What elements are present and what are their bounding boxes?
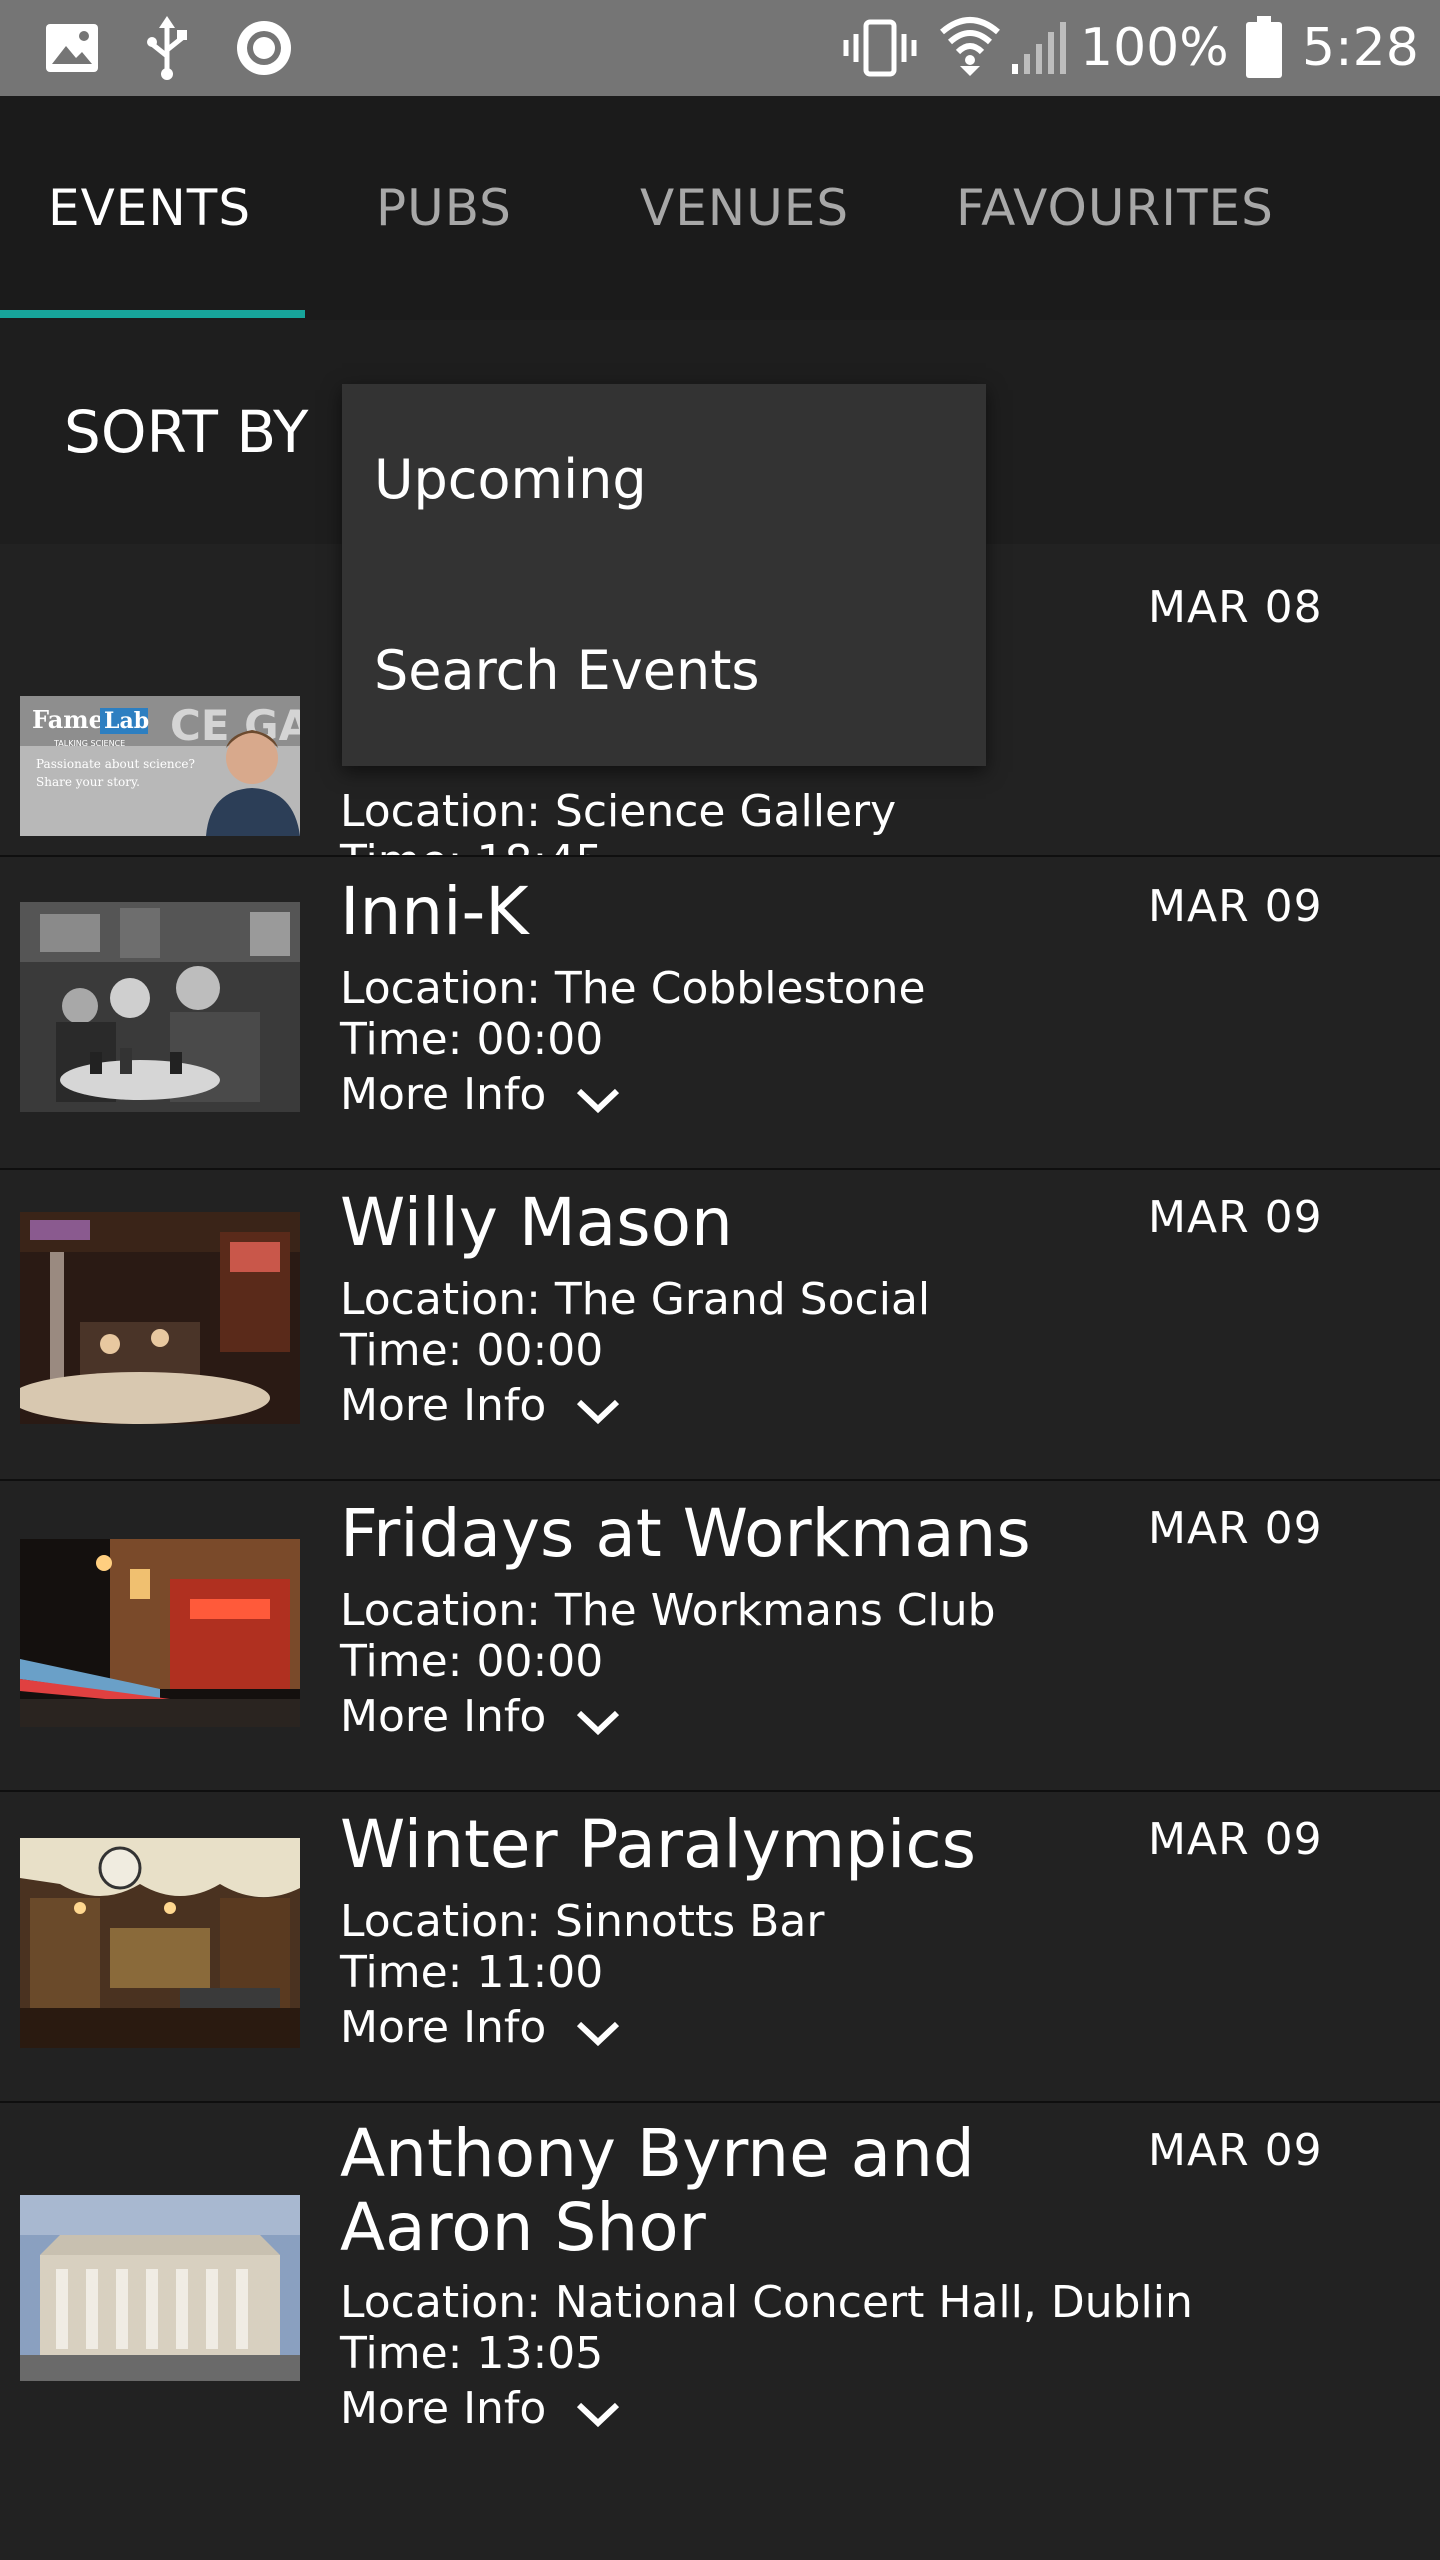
tab-events[interactable]: EVENTS <box>48 96 251 320</box>
chevron-down-icon <box>577 2021 620 2047</box>
list-item[interactable]: Fridays at Workmans MAR 09 Location: The… <box>0 1479 1440 1792</box>
event-location: Location: National Concert Hall, Dublin <box>340 2277 1193 2328</box>
event-title[interactable]: Winter Paralympics <box>340 1808 1120 1882</box>
sort-option-search-events[interactable]: Search Events <box>342 575 986 766</box>
event-time: Time: 00:00 <box>340 1636 604 1687</box>
event-thumbnail <box>20 2195 300 2381</box>
more-info-label: More Info <box>340 1691 547 1742</box>
chevron-down-icon <box>577 1399 620 1425</box>
event-time: Time: 13:05 <box>340 2328 604 2379</box>
tab-favourites[interactable]: FAVOURITES <box>956 96 1274 320</box>
event-date: MAR 09 <box>1148 2125 1323 2176</box>
event-time: Time: 00:00 <box>340 1014 604 1065</box>
event-title[interactable]: Willy Mason <box>340 1186 1120 1260</box>
famelab-line-2: Share your story. <box>36 775 140 789</box>
tab-bar: EVENTS PUBS VENUES FAVOURITES <box>0 96 1440 320</box>
event-location: Location: The Grand Social <box>340 1274 931 1325</box>
event-thumbnail <box>20 1212 300 1424</box>
event-title[interactable]: Fridays at Workmans <box>340 1497 1120 1571</box>
list-item[interactable]: Willy Mason MAR 09 Location: The Grand S… <box>0 1168 1440 1481</box>
event-date: MAR 09 <box>1148 1503 1323 1554</box>
more-info-toggle[interactable]: More Info <box>340 1065 621 1125</box>
battery-percent: 100% <box>1080 18 1229 78</box>
signal-icon <box>1012 22 1066 74</box>
more-info-toggle[interactable]: More Info <box>340 1687 621 1747</box>
event-thumbnail <box>20 1838 300 2048</box>
tab-pubs[interactable]: PUBS <box>376 96 512 320</box>
sort-dropdown-menu: Upcoming Search Events <box>342 384 986 766</box>
more-info-label: More Info <box>340 2002 547 2053</box>
event-thumbnail <box>20 1539 300 1727</box>
event-thumbnail <box>20 902 300 1112</box>
more-info-toggle[interactable]: More Info <box>340 2379 621 2439</box>
chevron-down-icon <box>577 1088 620 1114</box>
event-location: Location: Sinnotts Bar <box>340 1896 825 1947</box>
list-item[interactable]: Anthony Byrne and Aaron Shor MAR 09 Loca… <box>0 2101 1440 2560</box>
sort-option-upcoming[interactable]: Upcoming <box>342 384 986 575</box>
event-time: Time: 11:00 <box>340 1947 604 1998</box>
famelab-brand-left: Fame <box>32 705 104 734</box>
clock: 5:28 <box>1302 18 1419 78</box>
tab-venues[interactable]: VENUES <box>640 96 849 320</box>
chevron-down-icon <box>577 2402 620 2428</box>
wifi-icon <box>940 17 1000 76</box>
event-title[interactable]: Inni-K <box>340 875 1120 949</box>
event-location: Location: The Workmans Club <box>340 1585 996 1636</box>
status-bar: 100% 5:28 <box>0 0 1440 96</box>
event-location: Location: Science Gallery <box>340 786 897 837</box>
event-thumbnail: CE GAL Fame Lab TALKING SCIENCE Passiona… <box>20 696 300 836</box>
active-tab-indicator <box>0 310 305 318</box>
more-info-toggle[interactable]: More Info <box>340 1998 621 2058</box>
chevron-down-icon <box>577 1710 620 1736</box>
record-icon <box>237 21 291 75</box>
famelab-tagline: TALKING SCIENCE <box>53 739 125 748</box>
event-time: Time: 00:00 <box>340 1325 604 1376</box>
list-item[interactable]: Winter Paralympics MAR 09 Location: Sinn… <box>0 1790 1440 2103</box>
sort-option-label: Search Events <box>374 639 760 702</box>
famelab-brand-right: Lab <box>104 708 149 734</box>
sort-option-label: Upcoming <box>374 448 647 511</box>
event-location: Location: The Cobblestone <box>340 963 926 1014</box>
event-date: MAR 09 <box>1148 1192 1323 1243</box>
event-time: Time: 18:45 <box>340 836 603 855</box>
more-info-label: More Info <box>340 1069 547 1120</box>
event-date: MAR 09 <box>1148 1814 1323 1865</box>
famelab-line-1: Passionate about science? <box>36 757 195 771</box>
more-info-label: More Info <box>340 1380 547 1431</box>
image-icon <box>46 24 98 72</box>
sort-by-label: SORT BY <box>64 398 309 466</box>
more-info-label: More Info <box>340 2383 547 2434</box>
more-info-toggle[interactable]: More Info <box>340 1376 621 1436</box>
usb-icon <box>147 16 187 80</box>
vibrate-icon <box>843 19 917 77</box>
events-list[interactable]: CE GAL Fame Lab TALKING SCIENCE Passiona… <box>0 544 1440 2560</box>
battery-icon <box>1246 16 1282 78</box>
event-date: MAR 09 <box>1148 881 1323 932</box>
event-title[interactable]: Anthony Byrne and Aaron Shor <box>340 2117 1120 2265</box>
list-item[interactable]: Inni-K MAR 09 Location: The Cobblestone … <box>0 857 1440 1170</box>
event-date: MAR 08 <box>1148 582 1323 633</box>
